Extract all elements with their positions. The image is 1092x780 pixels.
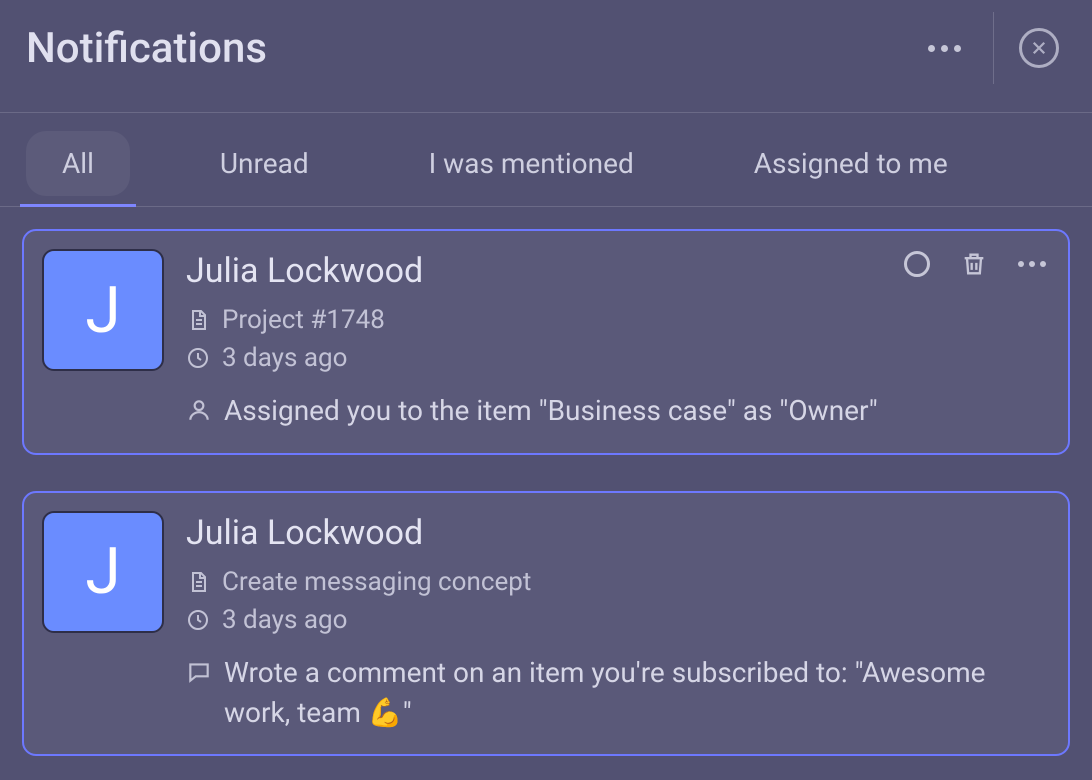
time-row: 3 days ago	[186, 605, 1046, 635]
close-icon	[1019, 28, 1059, 68]
mark-read-button[interactable]	[904, 251, 930, 277]
delete-button[interactable]	[960, 249, 988, 279]
page-title: Notifications	[26, 24, 267, 73]
header-divider	[993, 12, 994, 84]
document-icon	[186, 570, 210, 594]
item-actions	[904, 249, 1046, 279]
time-label: 3 days ago	[222, 343, 347, 373]
notification-list: J Julia Lockwood Project #1748 3 days ag…	[0, 207, 1092, 778]
tab-all[interactable]: All	[26, 131, 130, 196]
time-row: 3 days ago	[186, 343, 1046, 373]
comment-icon	[186, 659, 212, 685]
notification-item[interactable]: J Julia Lockwood Project #1748 3 days ag…	[22, 229, 1070, 455]
action-text: Wrote a comment on an item you're subscr…	[224, 653, 1046, 733]
clock-icon	[186, 608, 210, 632]
close-panel-button[interactable]	[1012, 21, 1066, 75]
tab-assigned[interactable]: Assigned to me	[724, 131, 978, 206]
time-label: 3 days ago	[222, 605, 347, 635]
notification-item[interactable]: J Julia Lockwood Create messaging concep…	[22, 491, 1070, 757]
tab-mentioned[interactable]: I was mentioned	[399, 131, 664, 206]
more-options-button[interactable]	[917, 21, 971, 75]
clock-icon	[186, 346, 210, 370]
context-row: Project #1748	[186, 305, 1046, 335]
context-label: Project #1748	[222, 305, 385, 335]
action-row: Assigned you to the item "Business case"…	[186, 391, 1046, 431]
more-icon	[928, 45, 961, 52]
header-actions	[917, 12, 1066, 84]
context-row: Create messaging concept	[186, 567, 1046, 597]
panel-header: Notifications	[0, 0, 1092, 112]
avatar: J	[42, 511, 164, 633]
action-row: Wrote a comment on an item you're subscr…	[186, 653, 1046, 733]
tab-unread[interactable]: Unread	[190, 131, 339, 206]
person-icon	[186, 397, 212, 423]
avatar: J	[42, 249, 164, 371]
context-label: Create messaging concept	[222, 567, 531, 597]
document-icon	[186, 308, 210, 332]
action-text: Assigned you to the item "Business case"…	[224, 391, 878, 431]
notification-body: Julia Lockwood Create messaging concept …	[186, 511, 1046, 733]
item-more-button[interactable]	[1018, 261, 1046, 267]
sender-name: Julia Lockwood	[186, 513, 1046, 553]
tabs: All Unread I was mentioned Assigned to m…	[0, 113, 1092, 207]
